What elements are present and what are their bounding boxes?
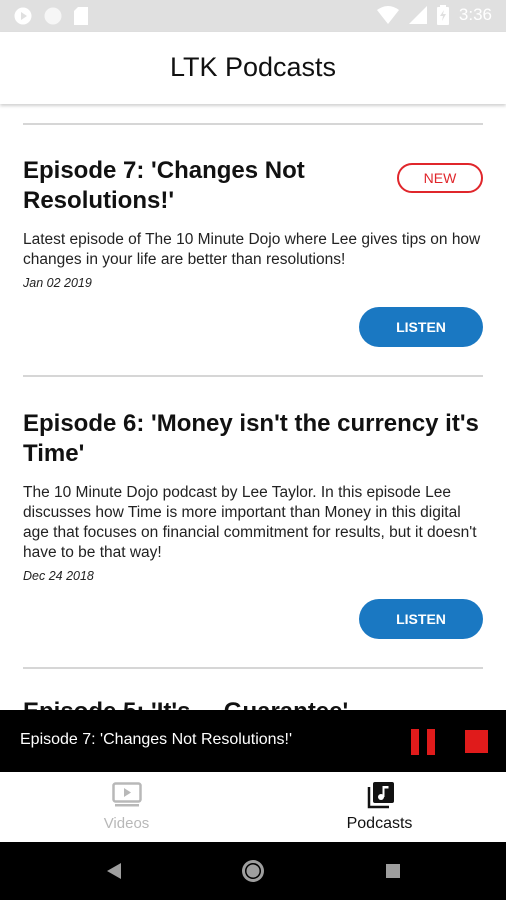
now-playing-title: Episode 7: 'Changes Not Resolutions!': [20, 731, 293, 748]
wifi-icon: [376, 6, 399, 24]
listen-button[interactable]: LISTEN: [359, 599, 483, 639]
tab-podcasts-label: Podcasts: [346, 815, 413, 832]
divider: [23, 375, 483, 377]
episode-date: Dec 24 2018: [23, 569, 94, 583]
pause-icon-bar: [427, 729, 435, 755]
bottom-navigation: Videos Podcasts: [0, 772, 506, 842]
tab-podcasts[interactable]: Podcasts: [253, 772, 506, 842]
back-icon: [107, 863, 121, 879]
music-library-icon: [367, 782, 394, 809]
status-right-icons: 3:36: [376, 5, 492, 25]
episode-description: Latest episode of The 10 Minute Dojo whe…: [23, 231, 481, 268]
play-circle-icon: [14, 7, 32, 25]
back-button[interactable]: [84, 842, 144, 900]
status-time: 3:36: [458, 5, 492, 24]
page-title: LTK Podcasts: [169, 52, 337, 82]
episode-description: The 10 Minute Dojo podcast by Lee Taylor…: [23, 484, 477, 561]
listen-button[interactable]: LISTEN: [359, 307, 483, 347]
episode-list[interactable]: Episode 7: 'Changes Not Resolutions!' La…: [0, 104, 506, 710]
episode-title: Episode 6: 'Money isn't the currency it'…: [23, 410, 479, 467]
signal-icon: [408, 6, 427, 24]
divider: [23, 123, 483, 125]
tab-videos[interactable]: Videos: [0, 772, 253, 842]
divider: [23, 667, 483, 669]
recents-icon: [386, 864, 400, 878]
home-icon: [242, 860, 264, 882]
battery-icon: [436, 5, 449, 25]
list-item-episode-6[interactable]: Episode 6: 'Money isn't the currency it'…: [23, 409, 483, 583]
home-button[interactable]: [223, 842, 283, 900]
tab-videos-label: Videos: [103, 815, 150, 832]
system-navigation-bar: [0, 842, 506, 900]
list-item-episode-5[interactable]: Episode 5: 'It's ... Guarantee': [23, 698, 348, 710]
status-bar: 3:36: [0, 0, 506, 32]
pause-button[interactable]: [411, 729, 435, 755]
pause-icon: [411, 729, 419, 755]
mini-player[interactable]: Episode 7: 'Changes Not Resolutions!': [0, 710, 506, 772]
sd-card-icon: [74, 7, 88, 25]
app-bar: LTK Podcasts: [0, 32, 506, 104]
episode-title: Episode 7: 'Changes Not Resolutions!': [23, 157, 305, 214]
recents-button[interactable]: [363, 842, 423, 900]
stop-button[interactable]: [465, 730, 488, 753]
circle-icon: [44, 7, 62, 25]
episode-date: Jan 02 2019: [23, 276, 92, 290]
video-play-icon: [111, 782, 142, 807]
status-left-icons: [14, 7, 88, 25]
new-badge: NEW: [397, 163, 483, 193]
